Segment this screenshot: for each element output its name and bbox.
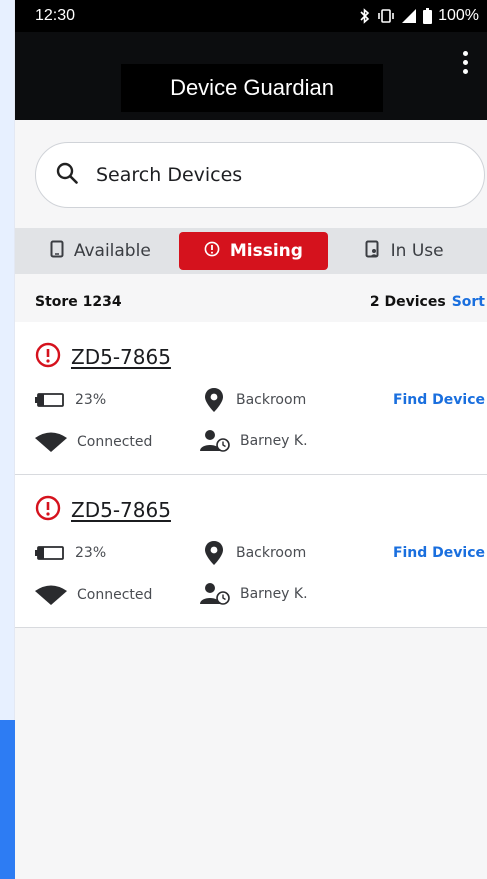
battery-info: 23% bbox=[35, 545, 106, 561]
location-name: Backroom bbox=[236, 545, 307, 561]
location-pin-icon bbox=[204, 388, 224, 412]
connection-status: Connected bbox=[77, 434, 153, 450]
tab-available[interactable]: Available bbox=[25, 232, 176, 270]
alert-circle-icon bbox=[204, 241, 220, 262]
device-name[interactable]: ZD5-7865 bbox=[71, 498, 171, 522]
overflow-menu-icon[interactable] bbox=[457, 46, 473, 78]
tab-available-label: Available bbox=[73, 241, 151, 261]
battery-icon bbox=[35, 392, 65, 408]
user-info: Barney K. bbox=[200, 582, 308, 606]
wifi-icon bbox=[35, 585, 67, 605]
app-bar: Device Guardian bbox=[15, 32, 487, 120]
search-bar[interactable] bbox=[35, 142, 485, 208]
status-tabs: Available Missing In Use bbox=[15, 228, 487, 274]
status-icons: 100% bbox=[359, 7, 479, 25]
search-icon bbox=[56, 162, 78, 189]
find-device-button[interactable]: Find Device bbox=[393, 545, 485, 561]
app-screen: 12:30 100% Device Guardian Search Device… bbox=[15, 0, 487, 879]
battery-icon bbox=[35, 545, 65, 561]
vibrate-icon bbox=[377, 8, 395, 24]
connection-info: Connected bbox=[35, 432, 152, 452]
device-list: ZD5-7865 23% Backroom Find Device Connec… bbox=[15, 322, 487, 628]
left-edge-strip bbox=[0, 0, 15, 879]
tab-in-use[interactable]: In Use bbox=[331, 232, 477, 270]
alert-circle-icon bbox=[35, 342, 61, 372]
user-info: Barney K. bbox=[200, 429, 308, 453]
user-clock-icon bbox=[200, 582, 232, 606]
search-container bbox=[15, 120, 487, 208]
device-title: ZD5-7865 bbox=[35, 342, 171, 372]
wifi-icon bbox=[35, 432, 67, 452]
battery-level: 23% bbox=[75, 392, 107, 408]
device-name[interactable]: ZD5-7865 bbox=[71, 345, 171, 369]
phone-icon bbox=[50, 240, 64, 263]
device-title: ZD5-7865 bbox=[35, 495, 171, 525]
connection-info: Connected bbox=[35, 585, 152, 605]
battery-icon bbox=[423, 8, 433, 24]
search-input[interactable] bbox=[96, 164, 416, 186]
status-bar: 12:30 100% bbox=[15, 0, 487, 32]
battery-level: 100% bbox=[438, 7, 479, 24]
tab-missing-label: Missing bbox=[229, 241, 303, 261]
left-edge-accent bbox=[0, 720, 15, 879]
connection-status: Connected bbox=[77, 587, 153, 603]
user-name: Barney K. bbox=[240, 586, 308, 602]
list-header: Store 1234 2 Devices Sort bbox=[15, 274, 487, 322]
find-device-button[interactable]: Find Device bbox=[393, 392, 485, 408]
bluetooth-icon bbox=[359, 8, 371, 24]
user-name: Barney K. bbox=[240, 433, 308, 449]
tab-in-use-label: In Use bbox=[390, 241, 444, 261]
phone-user-icon bbox=[365, 240, 381, 263]
battery-level: 23% bbox=[75, 545, 107, 561]
tab-missing[interactable]: Missing bbox=[178, 232, 329, 270]
status-time: 12:30 bbox=[35, 7, 76, 24]
app-title: Device Guardian bbox=[121, 64, 383, 112]
signal-icon bbox=[401, 8, 417, 24]
sort-button[interactable]: Sort bbox=[452, 294, 485, 310]
device-count: 2 Devices bbox=[369, 294, 446, 310]
device-card[interactable]: ZD5-7865 23% Backroom Find Device Connec… bbox=[15, 475, 487, 628]
location-name: Backroom bbox=[236, 392, 307, 408]
battery-info: 23% bbox=[35, 392, 106, 408]
location-pin-icon bbox=[204, 541, 224, 565]
location-info: Backroom bbox=[204, 388, 306, 412]
device-card[interactable]: ZD5-7865 23% Backroom Find Device Connec… bbox=[15, 322, 487, 475]
alert-circle-icon bbox=[35, 495, 61, 525]
user-clock-icon bbox=[200, 429, 232, 453]
store-name: Store 1234 bbox=[35, 294, 122, 310]
location-info: Backroom bbox=[204, 541, 306, 565]
